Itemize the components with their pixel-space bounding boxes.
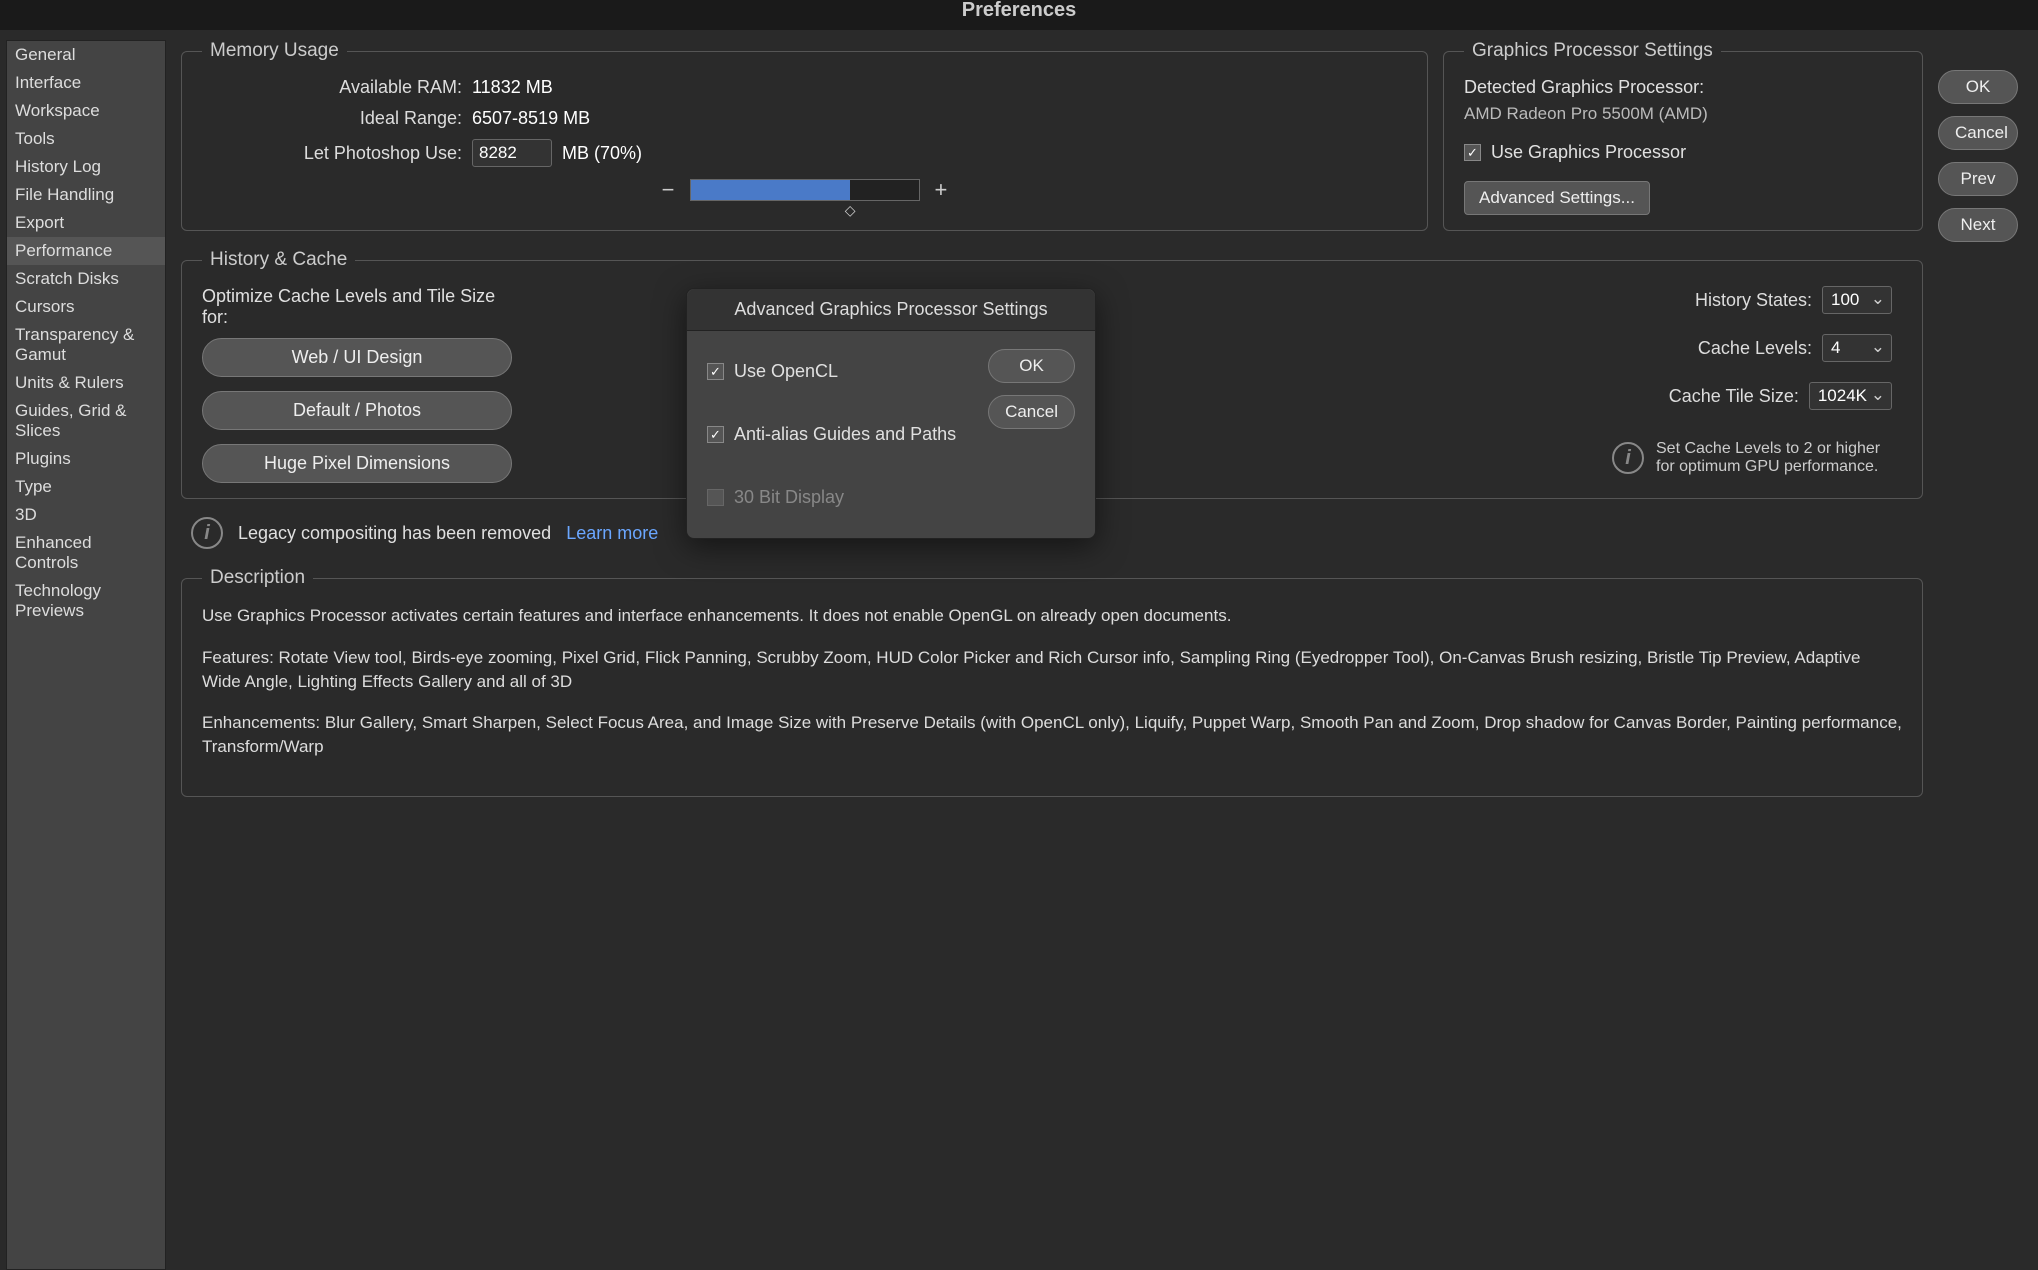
available-ram-value: 11832 MB (472, 77, 553, 98)
window-title: Preferences (0, 0, 2038, 30)
description-p2: Features: Rotate View tool, Birds-eye zo… (202, 646, 1902, 694)
sidebar-item-guides-grid-slices[interactable]: Guides, Grid & Slices (7, 397, 165, 445)
optimize-cache-label: Optimize Cache Levels and Tile Size for: (202, 286, 512, 328)
ideal-range-value: 6507-8519 MB (472, 108, 590, 129)
content-area: Memory Usage Available RAM: 11832 MB Ide… (166, 30, 1938, 1270)
preset-default-photos-button[interactable]: Default / Photos (202, 391, 512, 430)
cache-tile-label: Cache Tile Size: (1639, 386, 1799, 407)
sidebar-item-interface[interactable]: Interface (7, 69, 165, 97)
sidebar-item-enhanced-controls[interactable]: Enhanced Controls (7, 529, 165, 577)
description-p1: Use Graphics Processor activates certain… (202, 604, 1902, 628)
cache-tile-select[interactable]: 1024K (1809, 382, 1892, 410)
sidebar-item-plugins[interactable]: Plugins (7, 445, 165, 473)
sidebar-item-performance[interactable]: Performance (7, 237, 165, 265)
use-opencl-label: Use OpenCL (734, 361, 838, 382)
prev-button[interactable]: Prev (1938, 162, 2018, 196)
sidebar-item-technology-previews[interactable]: Technology Previews (7, 577, 165, 625)
right-button-column: OK Cancel Prev Next (1938, 30, 2038, 1270)
info-icon: i (1612, 442, 1644, 474)
sidebar-item-file-handling[interactable]: File Handling (7, 181, 165, 209)
use-gpu-checkbox[interactable] (1464, 144, 1481, 161)
memory-minus-icon[interactable]: − (662, 177, 675, 203)
photoshop-use-suffix: MB (70%) (562, 143, 642, 164)
advanced-settings-button[interactable]: Advanced Settings... (1464, 181, 1650, 215)
use-opencl-checkbox[interactable] (707, 363, 724, 380)
sidebar-item-3d[interactable]: 3D (7, 501, 165, 529)
next-button[interactable]: Next (1938, 208, 2018, 242)
history-states-label: History States: (1652, 290, 1812, 311)
detected-gpu-value: AMD Radeon Pro 5500M (AMD) (1464, 104, 1902, 124)
dialog-title: Advanced Graphics Processor Settings (687, 289, 1095, 331)
photoshop-use-input[interactable] (472, 139, 552, 167)
history-states-select[interactable]: 100 (1822, 286, 1892, 314)
antialias-guides-label: Anti-alias Guides and Paths (734, 424, 956, 445)
description-group: Description Use Graphics Processor activ… (181, 567, 1923, 797)
history-legend: History & Cache (202, 249, 355, 271)
available-ram-label: Available RAM: (202, 77, 462, 98)
cache-levels-select[interactable]: 4 (1822, 334, 1892, 362)
sidebar-item-tools[interactable]: Tools (7, 125, 165, 153)
photoshop-use-label: Let Photoshop Use: (202, 143, 462, 164)
sidebar-item-history-log[interactable]: History Log (7, 153, 165, 181)
memory-plus-icon[interactable]: + (935, 177, 948, 203)
dialog-ok-button[interactable]: OK (988, 349, 1075, 383)
detected-gpu-label: Detected Graphics Processor: (1464, 77, 1902, 98)
preset-web-ui-button[interactable]: Web / UI Design (202, 338, 512, 377)
info-icon: i (191, 517, 223, 549)
dialog-cancel-button[interactable]: Cancel (988, 395, 1075, 429)
preferences-sidebar: General Interface Workspace Tools Histor… (6, 40, 166, 1270)
sidebar-item-transparency-gamut[interactable]: Transparency & Gamut (7, 321, 165, 369)
description-legend: Description (202, 567, 313, 589)
gpu-settings-group: Graphics Processor Settings Detected Gra… (1443, 40, 1923, 231)
memory-legend: Memory Usage (202, 40, 347, 62)
learn-more-link[interactable]: Learn more (566, 523, 658, 544)
cancel-button[interactable]: Cancel (1938, 116, 2018, 150)
memory-usage-group: Memory Usage Available RAM: 11832 MB Ide… (181, 40, 1428, 231)
sidebar-item-scratch-disks[interactable]: Scratch Disks (7, 265, 165, 293)
description-p3: Enhancements: Blur Gallery, Smart Sharpe… (202, 711, 1902, 759)
cache-hint-text: Set Cache Levels to 2 or higher for opti… (1656, 440, 1892, 476)
preset-huge-pixel-button[interactable]: Huge Pixel Dimensions (202, 444, 512, 483)
ideal-range-label: Ideal Range: (202, 108, 462, 129)
antialias-guides-checkbox[interactable] (707, 426, 724, 443)
30bit-display-label: 30 Bit Display (734, 487, 844, 508)
sidebar-item-type[interactable]: Type (7, 473, 165, 501)
slider-handle-icon[interactable]: ◇ (845, 202, 856, 219)
sidebar-item-cursors[interactable]: Cursors (7, 293, 165, 321)
gpu-legend: Graphics Processor Settings (1464, 40, 1721, 62)
cache-levels-label: Cache Levels: (1652, 338, 1812, 359)
sidebar-item-workspace[interactable]: Workspace (7, 97, 165, 125)
memory-slider[interactable]: ◇ (690, 179, 920, 201)
legacy-compositing-text: Legacy compositing has been removed (238, 523, 551, 544)
30bit-display-checkbox (707, 489, 724, 506)
sidebar-item-units-rulers[interactable]: Units & Rulers (7, 369, 165, 397)
ok-button[interactable]: OK (1938, 70, 2018, 104)
sidebar-item-general[interactable]: General (7, 41, 165, 69)
advanced-gpu-settings-dialog: Advanced Graphics Processor Settings Use… (686, 288, 1096, 539)
sidebar-item-export[interactable]: Export (7, 209, 165, 237)
use-gpu-label: Use Graphics Processor (1491, 142, 1686, 163)
